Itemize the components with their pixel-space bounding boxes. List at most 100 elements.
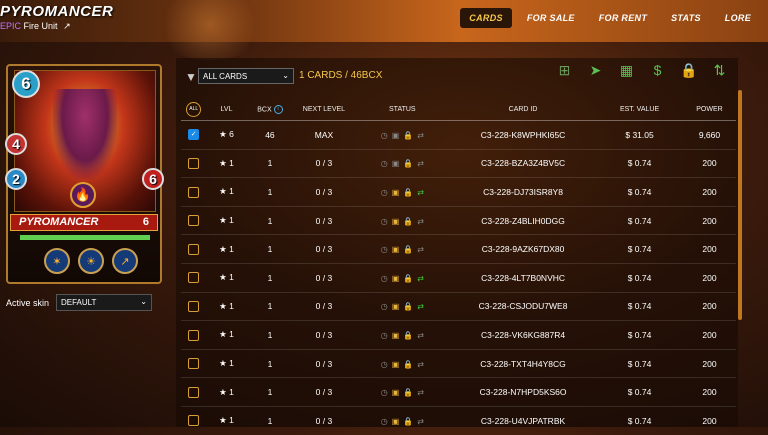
- card-name-bar: PYROMANCER 6: [10, 214, 158, 231]
- lock-icon[interactable]: 🔒: [680, 62, 697, 79]
- cell-power: 200: [682, 234, 736, 264]
- active-skin-label: Active skin: [6, 298, 50, 308]
- wand-icon[interactable]: ↗: [112, 248, 138, 274]
- cell-lvl: ★ 1: [206, 234, 247, 264]
- cell-bcx: 1: [246, 148, 294, 178]
- cell-status: ◷ ▣ 🔒 ⇄: [354, 291, 450, 321]
- row-checkbox[interactable]: [188, 186, 200, 198]
- cell-card-id[interactable]: C3-228-DJ73ISR8Y8: [449, 177, 597, 207]
- table-row[interactable]: ★ 1 1 0 / 3 ◷ ▣ 🔒 ⇄ C3-228-BZA3Z4BV5C $ 0.7…: [181, 148, 736, 178]
- row-checkbox[interactable]: [188, 358, 200, 370]
- transfer-icon: ⇄: [417, 359, 424, 369]
- market-icon: ▣: [391, 130, 400, 140]
- transfer-icon: ⇄: [417, 187, 424, 197]
- transfer-icon: ⇄: [417, 130, 424, 140]
- xp-bar: [20, 235, 150, 240]
- table-row[interactable]: ★ 1 1 0 / 3 ◷ ▣ 🔒 ⇄ C3-228-N7HPD5KS6O $ 0.7…: [181, 377, 736, 407]
- row-checkbox[interactable]: [188, 415, 200, 427]
- cell-next-level: 0 / 3: [293, 320, 355, 350]
- cell-status: ◷ ▣ 🔒 ⇄: [354, 177, 450, 207]
- tab-cards[interactable]: CARDS: [460, 8, 512, 28]
- table-row[interactable]: ★ 1 1 0 / 3 ◷ ▣ 🔒 ⇄ C3-228-Z4BLIH0DGG $ 0.7…: [181, 205, 736, 235]
- tab-for-rent[interactable]: FOR RENT: [590, 8, 656, 28]
- lock-icon: 🔒: [403, 416, 414, 426]
- lock-icon: 🔒: [403, 302, 414, 312]
- cell-value: $ 31.05: [596, 120, 683, 150]
- clock-icon: ◷: [380, 273, 388, 283]
- cell-next-level: 0 / 3: [293, 177, 355, 207]
- row-checkbox[interactable]: ✓: [188, 129, 200, 141]
- blast-icon[interactable]: ✶: [44, 248, 70, 274]
- cell-bcx: 1: [246, 177, 294, 207]
- transfer-icon: ⇄: [417, 216, 424, 226]
- row-checkbox[interactable]: [188, 215, 200, 227]
- cell-value: $ 0.74: [596, 148, 683, 178]
- col-power: POWER: [696, 105, 723, 113]
- cell-status: ◷ ▣ 🔒 ⇄: [354, 120, 450, 150]
- cell-lvl: ★ 6: [206, 120, 247, 150]
- cell-power: 200: [682, 148, 736, 178]
- row-checkbox[interactable]: [188, 329, 200, 341]
- cell-card-id[interactable]: C3-228-VK6KG887R4: [449, 320, 597, 350]
- scrollbar[interactable]: [738, 90, 742, 320]
- row-checkbox[interactable]: [188, 386, 200, 398]
- cell-card-id[interactable]: C3-228-TXT4H4Y8CG: [449, 348, 597, 378]
- table-row[interactable]: ★ 1 1 0 / 3 ◷ ▣ 🔒 ⇄ C3-228-VK6KG887R4 $ 0.7…: [181, 320, 736, 350]
- transfer-icon[interactable]: $: [649, 62, 666, 79]
- burn-icon[interactable]: ⇅: [711, 62, 728, 79]
- row-checkbox[interactable]: [188, 158, 200, 170]
- tab-for-sale[interactable]: FOR SALE: [518, 8, 584, 28]
- tab-lore[interactable]: LORE: [716, 8, 760, 28]
- table-row[interactable]: ★ 1 1 0 / 3 ◷ ▣ 🔒 ⇄ C3-228-U4VJPATRBK $ 0.7…: [181, 405, 736, 435]
- col-next-level: NEXT LEVEL: [302, 105, 346, 113]
- cell-card-id[interactable]: C3-228-9AZK67DX80: [449, 234, 597, 264]
- cell-power: 200: [682, 377, 736, 407]
- fire-icon[interactable]: ☀: [78, 248, 104, 274]
- cell-bcx: 1: [246, 205, 294, 235]
- table-row[interactable]: ★ 1 1 0 / 3 ◷ ▣ 🔒 ⇄ C3-228-CSJODU7WE8 $ 0.7…: [181, 291, 736, 321]
- cell-card-id[interactable]: C3-228-Z4BLIH0DGG: [449, 205, 597, 235]
- cell-value: $ 0.74: [596, 205, 683, 235]
- chevron-down-icon: ⌄: [140, 297, 147, 306]
- table-row[interactable]: ★ 1 1 0 / 3 ◷ ▣ 🔒 ⇄ C3-228-DJ73ISR8Y8 $ 0.7…: [181, 177, 736, 207]
- cell-card-id[interactable]: C3-228-U4VJPATRBK: [449, 405, 597, 435]
- card-subtitle: EPIC Fire Unit ↗: [0, 21, 71, 32]
- cell-card-id[interactable]: C3-228-4LT7B0NVHC: [449, 262, 597, 293]
- select-all-toggle[interactable]: ALL: [186, 101, 202, 117]
- transfer-icon: ⇄: [417, 388, 424, 398]
- filter-icon[interactable]: ▼: [185, 70, 197, 84]
- cell-card-id[interactable]: C3-228-CSJODU7WE8: [449, 291, 597, 321]
- row-checkbox[interactable]: [188, 300, 200, 312]
- market-icon: ▣: [391, 245, 400, 255]
- cell-value: $ 0.74: [596, 262, 683, 293]
- cell-card-id[interactable]: C3-228-N7HPD5KS6O: [449, 377, 597, 407]
- health-stat: 6: [142, 168, 164, 190]
- clock-icon: ◷: [380, 159, 388, 169]
- cell-card-id[interactable]: C3-228-K8WPHKI65C: [449, 120, 597, 150]
- clock-icon: ◷: [380, 302, 388, 312]
- row-checkbox[interactable]: [188, 243, 200, 255]
- market-icon[interactable]: ▦: [618, 62, 635, 79]
- cell-status: ◷ ▣ 🔒 ⇄: [354, 377, 450, 407]
- clock-icon: ◷: [380, 388, 388, 398]
- cell-bcx: 1: [246, 320, 294, 350]
- cell-card-id[interactable]: C3-228-BZA3Z4BV5C: [449, 148, 597, 178]
- filter-select[interactable]: ALL CARDS ⌄: [198, 68, 294, 84]
- col-card-id: CARD ID: [508, 105, 538, 113]
- cell-lvl: ★ 1: [206, 291, 247, 321]
- row-checkbox[interactable]: [188, 272, 200, 284]
- table-row[interactable]: ★ 1 1 0 / 3 ◷ ▣ 🔒 ⇄ C3-228-TXT4H4Y8CG $ 0.7…: [181, 348, 736, 378]
- cell-power: 200: [682, 177, 736, 207]
- cell-lvl: ★ 1: [206, 348, 247, 378]
- skin-select[interactable]: DEFAULT ⌄: [56, 294, 152, 311]
- table-row[interactable]: ★ 1 1 0 / 3 ◷ ▣ 🔒 ⇄ C3-228-9AZK67DX80 $ 0.7…: [181, 234, 736, 264]
- cell-bcx: 1: [246, 234, 294, 264]
- table-row[interactable]: ★ 1 1 0 / 3 ◷ ▣ 🔒 ⇄ C3-228-4LT7B0NVHC $ 0.7…: [181, 262, 736, 293]
- cell-value: $ 0.74: [596, 291, 683, 321]
- tab-stats[interactable]: STATS: [662, 8, 710, 28]
- send-icon[interactable]: ➤: [587, 62, 604, 79]
- info-icon[interactable]: i: [273, 104, 283, 114]
- rarity-label: EPIC: [0, 21, 22, 31]
- combine-icon[interactable]: ⊞: [556, 62, 573, 79]
- table-row[interactable]: ✓ ★ 6 46 MAX ◷ ▣ 🔒 ⇄ C3-228-K8WPHKI65C $ 31…: [181, 120, 736, 150]
